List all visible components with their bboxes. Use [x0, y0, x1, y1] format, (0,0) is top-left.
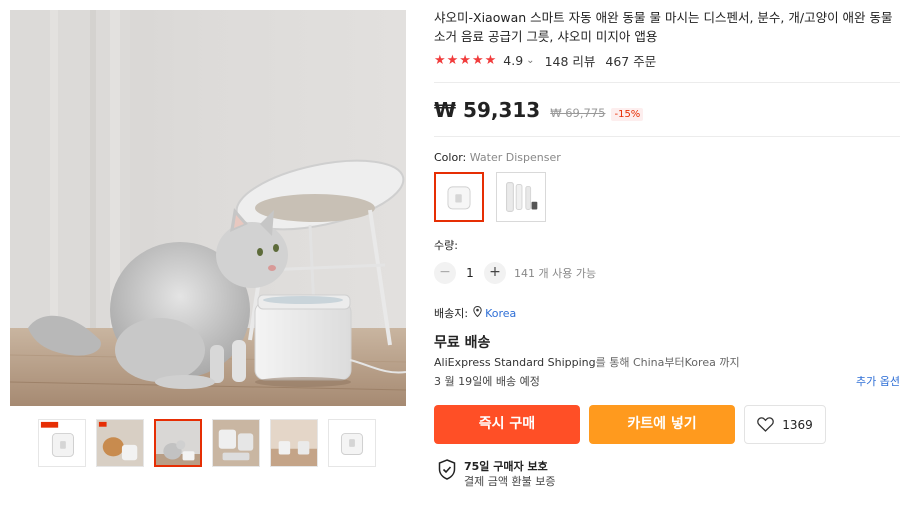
quantity-label: 수량: — [434, 239, 458, 252]
thumbnail-4[interactable] — [212, 419, 260, 467]
product-info-panel: 샤오미-Xiaowan 스마트 자동 애완 동물 물 마시는 디스펜서, 분수,… — [434, 0, 900, 508]
product-title: 샤오미-Xiaowan 스마트 자동 애완 동물 물 마시는 디스펜서, 분수,… — [434, 8, 900, 46]
free-shipping-label: 무료 배송 — [434, 335, 491, 351]
sku-option-water-dispenser[interactable] — [434, 172, 484, 222]
shipping-route: 를 통해 China부터Korea 까지 — [595, 356, 740, 369]
quantity-available: 141 개 사용 가능 — [514, 267, 597, 280]
buyer-protection: 75일 구매자 보호 결제 금액 환불 보증 — [438, 459, 555, 489]
wishlist-count: 1369 — [782, 417, 813, 432]
ship-to-label: 배송지: — [434, 307, 469, 320]
wishlist-button[interactable]: 1369 — [744, 405, 826, 444]
fountain-room-thumbnail-image — [271, 420, 317, 466]
orders-count: 467 주문 — [605, 54, 657, 69]
fountain-parts-thumbnail-image — [213, 420, 259, 466]
ship-to-row: 배송지: Korea — [434, 305, 516, 321]
buyer-protection-text: 75일 구매자 보호 결제 금액 환불 보증 — [464, 459, 555, 489]
color-label-text: Color: — [434, 151, 467, 164]
buyer-protection-subtitle: 결제 금액 환불 보증 — [464, 475, 556, 488]
current-price: ₩ 59,313 — [434, 98, 541, 122]
shipping-method: AliExpress Standard Shipping를 통해 China부터… — [434, 354, 740, 370]
price-row: ₩ 59,313 ₩ 69,775 -15% — [434, 98, 644, 122]
thumbnail-3-selected[interactable] — [154, 419, 202, 467]
original-price: ₩ 69,775 — [550, 106, 606, 120]
thumbnail-6[interactable] — [328, 419, 376, 467]
divider — [434, 82, 900, 83]
buyer-protection-title: 75일 구매자 보호 — [464, 460, 548, 473]
divider — [434, 136, 900, 137]
thumbnail-1[interactable] — [38, 419, 86, 467]
ship-to-country-link[interactable]: Korea — [485, 307, 516, 320]
dog-drinking-thumbnail-image — [97, 420, 143, 466]
product-title-line-1: 샤오미-Xiaowan 스마트 자동 애완 동물 물 마시는 디스펜서, 분수,… — [434, 10, 893, 25]
quantity-minus-button[interactable]: − — [434, 262, 456, 284]
heart-icon — [757, 417, 775, 432]
cat-drinking-fountain-photo — [10, 10, 406, 406]
delivery-date: 3 월 19일에 배송 예정 — [434, 375, 540, 388]
star-rating-icons: ★★★★★ — [434, 53, 498, 68]
color-label: Color: Water Dispenser — [434, 151, 561, 164]
rating-row: ★★★★★ 4.9 ⌄ 148 리뷰 467 주문 — [434, 51, 656, 70]
quantity-stepper: − 1 + 141 개 사용 가능 — [434, 262, 596, 284]
quantity-value[interactable]: 1 — [456, 266, 484, 280]
quantity-plus-button[interactable]: + — [484, 262, 506, 284]
reviews-count[interactable]: 148 리뷰 — [545, 51, 596, 70]
main-product-image[interactable] — [10, 10, 406, 406]
add-to-cart-button[interactable]: 카트에 넣기 — [589, 405, 735, 444]
rating-value[interactable]: 4.9 — [503, 53, 523, 68]
discount-badge: -15% — [611, 108, 644, 121]
product-title-line-2: 소거 음료 공급기 그릇, 샤오미 미지아 앱용 — [434, 29, 658, 44]
filter-sku-image — [497, 173, 545, 221]
location-pin-icon — [473, 305, 482, 320]
fountain-thumbnail-image — [39, 420, 85, 466]
thumbnail-strip — [38, 419, 376, 467]
thumbnail-5[interactable] — [270, 419, 318, 467]
shield-check-icon — [438, 459, 456, 480]
water-dispenser-sku-image — [436, 174, 482, 220]
buy-now-button[interactable]: 즉시 구매 — [434, 405, 580, 444]
color-selected-value: Water Dispenser — [469, 151, 561, 164]
more-options-link[interactable]: 추가 옵션 — [856, 373, 900, 389]
cat-drinking-thumbnail-image — [156, 421, 200, 465]
thumbnail-2[interactable] — [96, 419, 144, 467]
chevron-down-icon[interactable]: ⌄ — [526, 55, 534, 66]
fountain-white-thumbnail-image — [329, 420, 375, 466]
shipping-method-name: AliExpress Standard Shipping — [434, 356, 596, 369]
sku-option-filter[interactable] — [496, 172, 546, 222]
